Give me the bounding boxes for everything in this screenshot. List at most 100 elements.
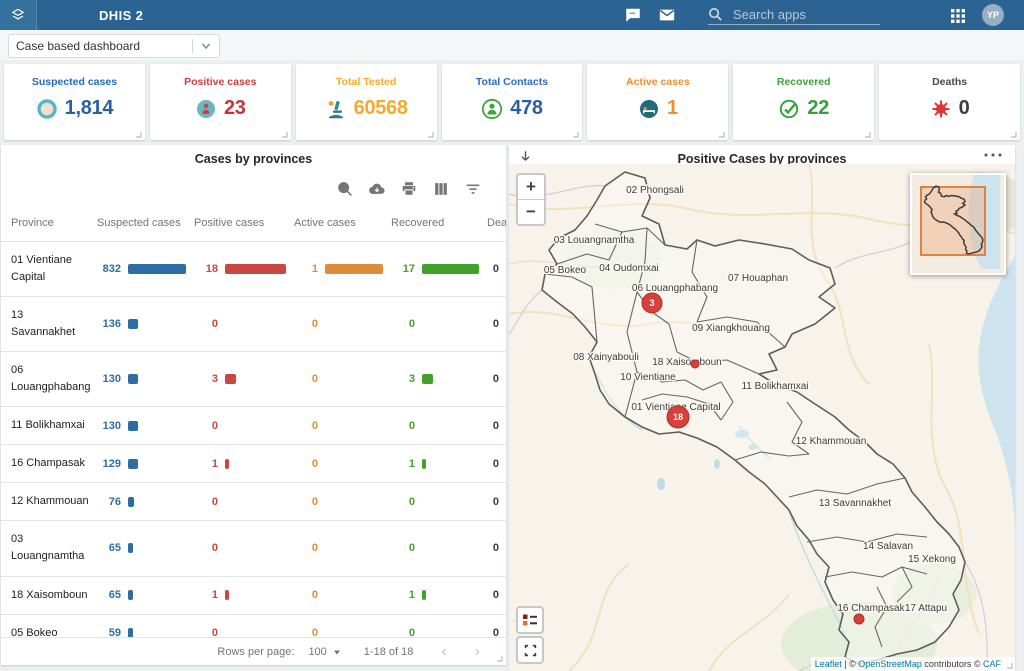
resize-handle-icon[interactable] xyxy=(1009,130,1017,138)
province-cell: 03 Louangnamtha xyxy=(1,521,89,576)
fullscreen-button[interactable] xyxy=(516,636,544,664)
resize-handle-icon[interactable] xyxy=(280,130,288,138)
person-teal-icon xyxy=(195,98,217,120)
table-wrap: ProvinceSuspected casesPositive casesAct… xyxy=(1,202,506,637)
resize-handle-icon[interactable] xyxy=(863,130,871,138)
stat-card-value: 22 xyxy=(807,97,829,120)
map-marker[interactable] xyxy=(691,360,699,368)
marker-value: 3 xyxy=(649,298,654,308)
positive-cell: 18 xyxy=(186,242,286,297)
map-province-label: 03 Louangnamtha xyxy=(554,235,635,246)
table-row[interactable]: 16 Champasak 129101 0 xyxy=(1,445,506,483)
stat-card-value: 23 xyxy=(224,97,246,120)
deaths-cell: 0 xyxy=(479,521,506,576)
resize-handle-icon[interactable] xyxy=(571,130,579,138)
resize-handle-icon[interactable] xyxy=(1005,661,1013,669)
search-icon xyxy=(708,7,723,22)
suspected-cell: 76 xyxy=(89,483,186,521)
map-zoom-control: + − xyxy=(516,173,546,226)
column-header[interactable]: Suspected cases xyxy=(89,202,186,242)
cases-table-panel: Cases by provinces ProvinceSuspected cas… xyxy=(1,145,506,665)
map-province-label: 08 Xainyabouli xyxy=(573,352,639,363)
map-legend-button[interactable] xyxy=(516,606,544,634)
resize-handle-icon[interactable] xyxy=(426,130,434,138)
next-page-button[interactable]: › xyxy=(475,644,480,660)
more-options-icon[interactable] xyxy=(983,151,1003,159)
positive-cell: 1 xyxy=(186,576,286,614)
table-row[interactable]: 12 Khammouan 76000 0 xyxy=(1,483,506,521)
mail-icon[interactable] xyxy=(658,6,676,24)
deaths-cell: 0 xyxy=(479,483,506,521)
attribution-link[interactable]: OpenStreetMap xyxy=(858,659,922,669)
filter-icon[interactable] xyxy=(464,180,482,198)
resize-handle-icon[interactable] xyxy=(495,654,503,662)
positive-cell: 3 xyxy=(186,352,286,407)
deaths-cell: 0 xyxy=(479,407,506,445)
resize-handle-icon[interactable] xyxy=(134,130,142,138)
download-arrow-icon[interactable] xyxy=(518,149,533,164)
active-cell: 0 xyxy=(286,521,383,576)
chat-icon[interactable] xyxy=(624,6,642,24)
active-cell: 0 xyxy=(286,614,383,637)
rows-per-page-value: 100 xyxy=(308,646,326,658)
zoom-in-button[interactable]: + xyxy=(518,175,544,199)
map-province-label: 12 Khammouan xyxy=(796,436,867,447)
map-marker[interactable]: 18 xyxy=(667,406,689,428)
map-province-label: 14 Salavan xyxy=(863,541,913,552)
search-input[interactable] xyxy=(731,6,875,23)
table-pagination: Rows per page: 100 1-18 of 18 ‹ › xyxy=(1,637,506,665)
suspected-cell: 65 xyxy=(89,521,186,576)
stat-card-title: Positive cases xyxy=(150,76,291,88)
cloud-download-icon[interactable] xyxy=(368,180,386,198)
marker-value: 18 xyxy=(673,412,683,422)
stat-card-value: 60568 xyxy=(354,97,408,120)
overview-minimap[interactable] xyxy=(910,173,1006,275)
app-search[interactable] xyxy=(708,6,880,25)
print-icon[interactable] xyxy=(400,180,418,198)
positive-cell: 0 xyxy=(186,521,286,576)
resize-handle-icon[interactable] xyxy=(717,130,725,138)
avatar[interactable]: YP xyxy=(982,4,1004,26)
map-province-label: 06 Louangphabang xyxy=(632,283,718,294)
rows-per-page-select[interactable]: 100 xyxy=(308,646,341,658)
attribution-link[interactable]: Leaflet xyxy=(815,659,842,669)
suspected-cell: 65 xyxy=(89,576,186,614)
column-header[interactable]: Deaths xyxy=(479,202,506,242)
table-row[interactable]: 01 Vientiane Capital 83218117 0 xyxy=(1,242,506,297)
map-marker[interactable] xyxy=(854,614,864,624)
map-area[interactable]: 02 Phongsali03 Louangnamtha05 Bokeo04 Ou… xyxy=(509,164,1015,671)
map-province-label: 07 Houaphan xyxy=(728,273,788,284)
table-row[interactable]: 13 Savannakhet 136000 0 xyxy=(1,297,506,352)
column-header[interactable]: Province xyxy=(1,202,89,242)
province-cell: 11 Bolikhamxai xyxy=(1,407,89,445)
column-header[interactable]: Recovered xyxy=(383,202,479,242)
stat-card-title: Recovered xyxy=(733,76,874,88)
map-province-label: 16 Champasak xyxy=(837,603,905,614)
column-header[interactable]: Active cases xyxy=(286,202,383,242)
stat-card-title: Total Contacts xyxy=(442,76,583,88)
search-icon-gray[interactable] xyxy=(336,180,354,198)
dashboard-selector[interactable]: Case based dashboard xyxy=(8,34,220,58)
suspected-cell: 129 xyxy=(89,445,186,483)
columns-icon[interactable] xyxy=(432,180,450,198)
map-marker[interactable]: 3 xyxy=(642,293,662,313)
table-row[interactable]: 06 Louangphabang 130303 0 xyxy=(1,352,506,407)
recovered-cell: 17 xyxy=(383,242,479,297)
dhis2-logo[interactable] xyxy=(0,0,37,30)
table-row[interactable]: 05 Bokeo 59000 0 xyxy=(1,614,506,637)
recovered-cell: 0 xyxy=(383,614,479,637)
prev-page-button[interactable]: ‹ xyxy=(441,644,446,660)
chevron-down-icon[interactable] xyxy=(200,40,212,52)
attribution-link[interactable]: CAF xyxy=(983,659,1001,669)
province-cell: 05 Bokeo xyxy=(1,614,89,637)
map-province-label: 02 Phongsali xyxy=(626,185,684,196)
table-row[interactable]: 03 Louangnamtha 65000 0 xyxy=(1,521,506,576)
minimap-viewport-rect[interactable] xyxy=(921,187,985,255)
column-header[interactable]: Positive cases xyxy=(186,202,286,242)
table-row[interactable]: 11 Bolikhamxai 130000 0 xyxy=(1,407,506,445)
province-cell: 06 Louangphabang xyxy=(1,352,89,407)
apps-grid-icon[interactable] xyxy=(950,7,966,23)
map-province-label: 09 Xiangkhouang xyxy=(692,323,770,334)
zoom-out-button[interactable]: − xyxy=(518,199,544,224)
table-row[interactable]: 18 Xaisomboun 65101 0 xyxy=(1,576,506,614)
